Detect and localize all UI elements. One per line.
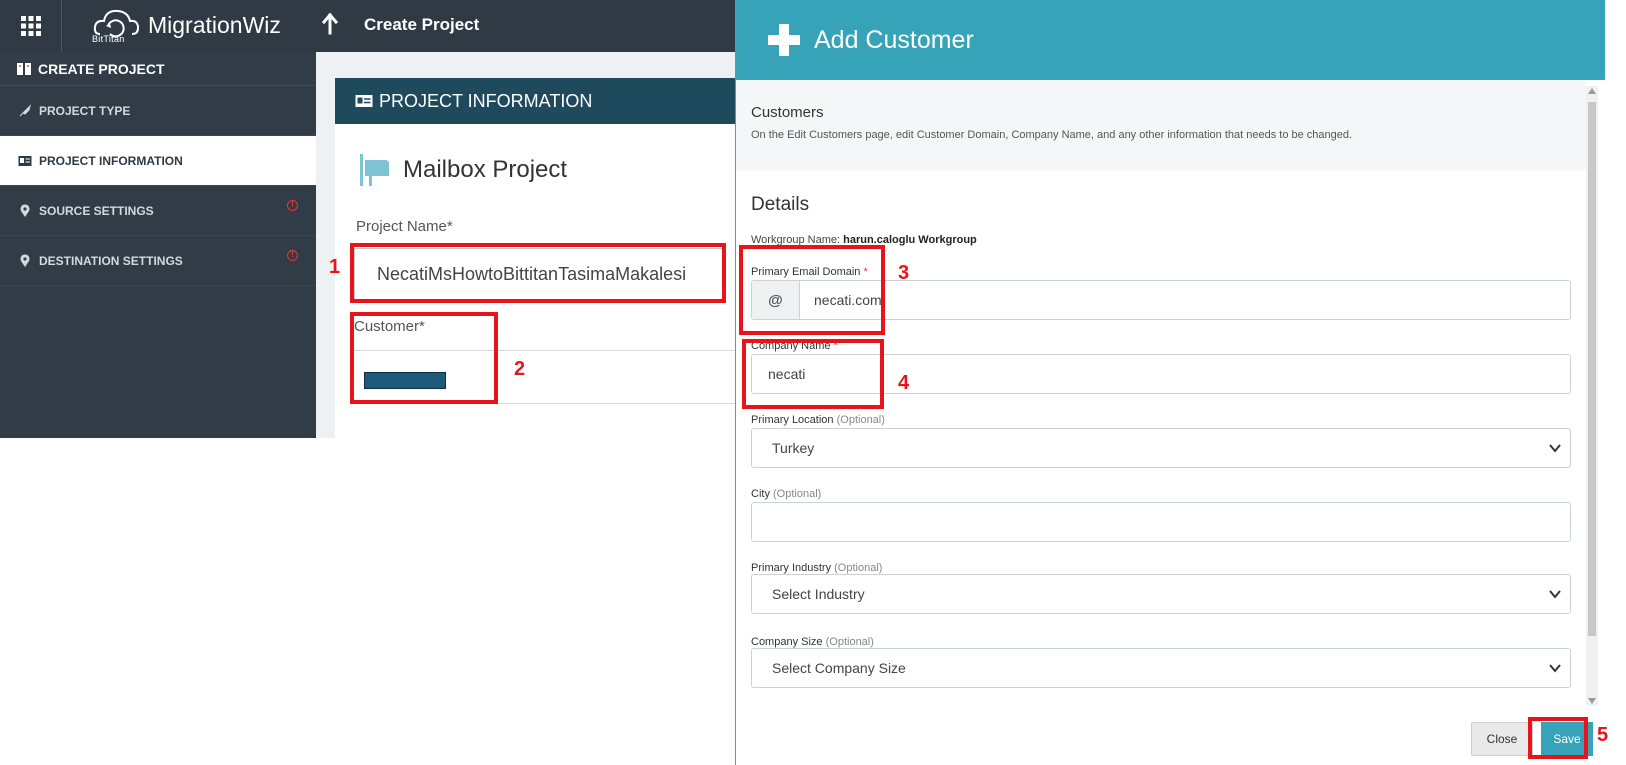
size-label-text: Company Size xyxy=(751,636,823,648)
chevron-down-icon xyxy=(1549,444,1561,453)
location-pin-icon xyxy=(20,253,30,267)
customers-info-panel: Customers On the Edit Customers page, ed… xyxy=(736,80,1586,170)
book-icon xyxy=(17,62,31,75)
location-value: Turkey xyxy=(772,440,815,456)
mailbox-icon xyxy=(360,154,389,186)
annotation-number-1: 1 xyxy=(329,256,341,278)
annotation-number-4: 4 xyxy=(898,372,910,394)
plus-icon xyxy=(768,24,800,56)
error-alert-icon: ! xyxy=(287,250,298,261)
app-launcher-button[interactable] xyxy=(0,0,62,52)
sidebar-item-destination-settings[interactable]: DESTINATION SETTINGS ! xyxy=(0,236,316,286)
industry-label-text: Primary Industry xyxy=(751,562,832,574)
scroll-down-arrow-icon[interactable] xyxy=(1588,698,1596,704)
project-name-label: Project Name* xyxy=(356,218,453,235)
project-kind: Mailbox Project xyxy=(357,152,567,188)
annotation-box-3 xyxy=(739,245,885,335)
brand-sub: BitTitan xyxy=(92,34,125,44)
arrow-up-icon[interactable] xyxy=(322,13,338,35)
id-card-icon xyxy=(18,155,32,166)
location-pin-icon xyxy=(20,203,30,217)
annotation-box-5 xyxy=(1528,717,1588,759)
sidebar-item-label: SOURCE SETTINGS xyxy=(39,203,154,218)
industry-label: Primary Industry (Optional) xyxy=(751,562,882,574)
annotation-number-5: 5 xyxy=(1597,724,1609,746)
sidebar-item-label: PROJECT INFORMATION xyxy=(39,153,183,168)
chevron-down-icon xyxy=(1549,590,1561,599)
modal-header: Add Customer xyxy=(736,0,1605,80)
close-button[interactable]: Close xyxy=(1471,722,1533,756)
size-value: Select Company Size xyxy=(772,660,906,676)
optional-mark: (Optional) xyxy=(773,488,822,500)
card-header: PROJECT INFORMATION xyxy=(335,78,735,124)
industry-value: Select Industry xyxy=(772,586,865,602)
sidebar-item-source-settings[interactable]: SOURCE SETTINGS ! xyxy=(0,186,316,236)
scrollbar-thumb[interactable] xyxy=(1588,102,1596,636)
sidebar-item-label: DESTINATION SETTINGS xyxy=(39,253,183,268)
sidebar-item-project-type[interactable]: PROJECT TYPE xyxy=(0,86,316,136)
size-select[interactable]: Select Company Size xyxy=(751,648,1571,688)
city-label: City (Optional) xyxy=(751,488,821,500)
scroll-up-arrow-icon[interactable] xyxy=(1588,88,1596,94)
size-label: Company Size (Optional) xyxy=(751,636,874,648)
sidebar-item-project-information[interactable]: PROJECT INFORMATION xyxy=(0,136,316,186)
modal-footer: Close Save xyxy=(736,710,1606,765)
page-title: Create Project xyxy=(364,15,480,34)
modal-title: Add Customer xyxy=(814,25,974,54)
info-title: Customers xyxy=(751,104,824,121)
annotation-box-4 xyxy=(742,339,884,409)
optional-mark: (Optional) xyxy=(834,562,883,574)
grid-icon xyxy=(20,16,41,36)
id-card-icon xyxy=(355,95,373,107)
project-kind-label: Mailbox Project xyxy=(403,156,568,183)
top-bar: MigrationWiz BitTitan Create Project xyxy=(0,0,735,52)
location-label-text: Primary Location xyxy=(751,414,834,426)
error-alert-icon: ! xyxy=(287,200,298,211)
sidebar-header: CREATE PROJECT xyxy=(0,52,316,86)
annotation-number-3: 3 xyxy=(898,262,910,284)
location-label: Primary Location (Optional) xyxy=(751,414,885,426)
info-text: On the Edit Customers page, edit Custome… xyxy=(751,129,1353,141)
sidebar-item-label: PROJECT TYPE xyxy=(39,103,131,118)
annotation-number-2: 2 xyxy=(514,358,526,380)
sidebar: CREATE PROJECT PROJECT TYPE PROJECT INFO… xyxy=(0,52,316,438)
annotation-box-1 xyxy=(350,243,726,303)
location-select[interactable]: Turkey xyxy=(751,428,1571,468)
chevron-down-icon xyxy=(1549,664,1561,673)
industry-select[interactable]: Select Industry xyxy=(751,574,1571,614)
rocket-icon xyxy=(19,103,31,116)
brand-name: MigrationWiz xyxy=(148,12,281,38)
city-label-text: City xyxy=(751,488,770,500)
optional-mark: (Optional) xyxy=(825,636,874,648)
city-input[interactable] xyxy=(751,502,1571,542)
annotation-box-2 xyxy=(350,312,498,404)
card-header-title: PROJECT INFORMATION xyxy=(379,90,593,111)
sidebar-header-label: CREATE PROJECT xyxy=(38,60,165,77)
optional-mark: (Optional) xyxy=(836,414,885,426)
details-title: Details xyxy=(751,194,810,215)
